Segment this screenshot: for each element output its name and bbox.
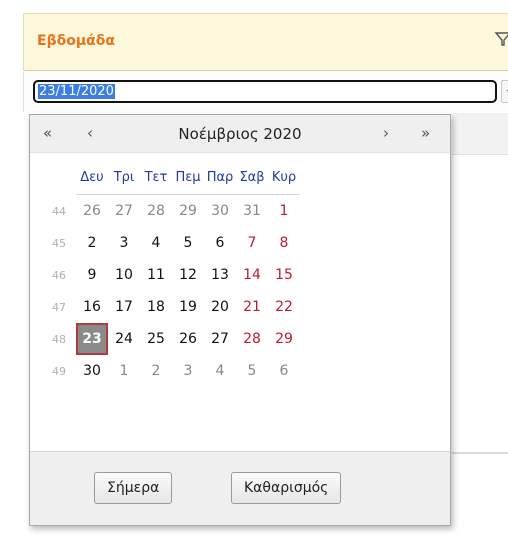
clear-button[interactable]: Καθαρισμός [231, 472, 342, 504]
date-input[interactable]: 23/11/2020 [33, 80, 497, 103]
weekday-header: Κυρ [268, 161, 300, 195]
day-cell[interactable]: 15 [268, 259, 300, 291]
day-cell[interactable]: 30 [204, 195, 236, 227]
week-number: 44 [52, 204, 66, 218]
month-title[interactable]: Νοέμβριος 2020 [130, 125, 350, 143]
prev-year-button[interactable]: « [43, 125, 52, 141]
datepicker-footer: Σήμερα Καθαρισμός [30, 451, 450, 525]
grid-body [452, 155, 508, 455]
day-cell[interactable]: 3 [108, 227, 140, 259]
week-row: 45 2 3 4 5 6 7 8 [42, 227, 300, 259]
day-cell[interactable]: 18 [140, 291, 172, 323]
day-cell[interactable]: 2 [76, 227, 108, 259]
weekday-header: Τρι [108, 161, 140, 195]
week-number-header [42, 161, 76, 195]
filter-row: 23/11/2020 [23, 72, 508, 112]
day-cell[interactable]: 28 [236, 323, 268, 355]
day-cell[interactable]: 2 [140, 355, 172, 387]
day-cell[interactable]: 22 [268, 291, 300, 323]
weekday-header-row: Δευ Τρι Τετ Πεμ Παρ Σαβ Κυρ [42, 161, 300, 195]
day-cell[interactable]: 10 [108, 259, 140, 291]
day-cell[interactable]: 12 [172, 259, 204, 291]
day-cell[interactable]: 13 [204, 259, 236, 291]
day-cell[interactable]: 16 [76, 291, 108, 323]
calendar-grid: Δευ Τρι Τετ Πεμ Παρ Σαβ Κυρ 44 26 27 28 … [42, 161, 300, 387]
day-cell[interactable]: 1 [268, 195, 300, 227]
filter-icon[interactable] [494, 30, 508, 48]
day-cell[interactable]: 24 [108, 323, 140, 355]
today-button[interactable]: Σήμερα [94, 472, 173, 504]
week-row: 47 16 17 18 19 20 21 22 [42, 291, 300, 323]
day-cell[interactable]: 4 [140, 227, 172, 259]
weekday-header: Τετ [140, 161, 172, 195]
week-row: 48 23 24 25 26 27 28 29 [42, 323, 300, 355]
day-cell[interactable]: 29 [172, 195, 204, 227]
grid-divider [452, 452, 508, 454]
day-cell[interactable]: 25 [140, 323, 172, 355]
week-number: 48 [52, 332, 66, 346]
day-cell[interactable]: 11 [140, 259, 172, 291]
datepicker-nav: « ‹ Νοέμβριος 2020 › » [30, 115, 450, 153]
day-cell[interactable]: 8 [268, 227, 300, 259]
day-cell[interactable]: 3 [172, 355, 204, 387]
prev-month-button[interactable]: ‹ [87, 125, 93, 141]
day-cell[interactable]: 6 [268, 355, 300, 387]
next-year-button[interactable]: » [421, 125, 430, 141]
day-cell-selected[interactable]: 23 [76, 323, 108, 355]
day-cell[interactable]: 1 [108, 355, 140, 387]
dropdown-button[interactable] [501, 80, 508, 103]
week-number: 45 [52, 236, 66, 250]
grid-header-strip [452, 113, 508, 155]
day-cell[interactable]: 20 [204, 291, 236, 323]
weekday-header: Σαβ [236, 161, 268, 195]
day-cell[interactable]: 27 [108, 195, 140, 227]
day-cell[interactable]: 5 [172, 227, 204, 259]
day-cell[interactable]: 19 [172, 291, 204, 323]
day-cell[interactable]: 26 [172, 323, 204, 355]
chevron-down-icon [506, 89, 508, 92]
column-header: Εβδομάδα [23, 13, 508, 71]
week-number: 46 [52, 268, 66, 282]
next-month-button[interactable]: › [383, 125, 389, 141]
week-row: 44 26 27 28 29 30 31 1 [42, 195, 300, 227]
day-cell[interactable]: 30 [76, 355, 108, 387]
day-cell[interactable]: 6 [204, 227, 236, 259]
day-cell[interactable]: 21 [236, 291, 268, 323]
day-cell[interactable]: 5 [236, 355, 268, 387]
weekday-header: Δευ [76, 161, 108, 195]
day-cell[interactable]: 29 [268, 323, 300, 355]
day-cell[interactable]: 9 [76, 259, 108, 291]
day-cell[interactable]: 4 [204, 355, 236, 387]
week-row: 46 9 10 11 12 13 14 15 [42, 259, 300, 291]
day-cell[interactable]: 7 [236, 227, 268, 259]
date-input-value: 23/11/2020 [38, 84, 115, 99]
day-cell[interactable]: 27 [204, 323, 236, 355]
day-cell[interactable]: 28 [140, 195, 172, 227]
column-title: Εβδομάδα [37, 33, 115, 49]
week-number: 47 [52, 300, 66, 314]
datepicker-popup: « ‹ Νοέμβριος 2020 › » Δευ Τρι Τετ Πεμ Π… [29, 114, 451, 526]
week-row: 49 30 1 2 3 4 5 6 [42, 355, 300, 387]
day-cell[interactable]: 14 [236, 259, 268, 291]
day-cell[interactable]: 26 [76, 195, 108, 227]
day-cell[interactable]: 31 [236, 195, 268, 227]
week-number: 49 [52, 364, 66, 378]
weekday-header: Παρ [204, 161, 236, 195]
weekday-header: Πεμ [172, 161, 204, 195]
day-cell[interactable]: 17 [108, 291, 140, 323]
